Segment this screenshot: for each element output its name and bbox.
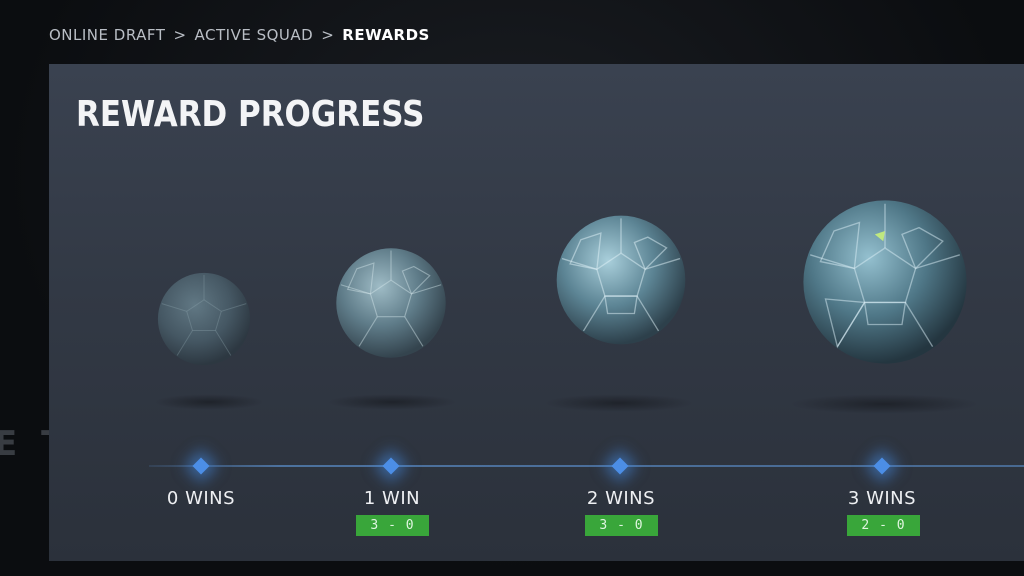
- tier-label-0-wins: 0 WINS: [166, 488, 236, 509]
- record-badge-3-wins: 2 - 0: [847, 515, 920, 536]
- reward-ball-2-wins: [556, 215, 686, 345]
- page-title: REWARD PROGRESS: [76, 94, 425, 135]
- tier-label-3-wins: 3 WINS: [847, 488, 917, 509]
- breadcrumb-online-draft[interactable]: ONLINE DRAFT: [49, 26, 165, 44]
- record-badge-1-win: 3 - 0: [356, 515, 429, 536]
- progress-track: [149, 465, 1024, 467]
- ball-shadow: [789, 394, 979, 414]
- progress-node-0: [192, 457, 210, 475]
- progress-node-1: [382, 457, 400, 475]
- progress-node-2: [611, 457, 629, 475]
- chevron-right-icon: >: [173, 26, 187, 44]
- reward-progress-panel: REWARD PROGRESS 0 WINS 1 WIN 2 WINS 3 WI…: [49, 64, 1024, 561]
- chevron-right-icon: >: [321, 26, 335, 44]
- tier-label-2-wins: 2 WINS: [586, 488, 656, 509]
- reward-ball-1-win: [336, 248, 446, 358]
- reward-ball-0-wins: [157, 272, 251, 366]
- progress-node-3: [873, 457, 891, 475]
- record-badge-2-wins: 3 - 0: [585, 515, 658, 536]
- ball-shadow: [327, 394, 457, 410]
- breadcrumb-rewards: REWARDS: [342, 26, 430, 44]
- breadcrumb: ONLINE DRAFT > ACTIVE SQUAD > REWARDS: [49, 26, 430, 44]
- reward-ball-3-wins: [803, 200, 967, 364]
- tier-label-1-win: 1 WIN: [363, 488, 421, 509]
- ball-shadow: [544, 394, 694, 412]
- breadcrumb-active-squad[interactable]: ACTIVE SQUAD: [195, 26, 314, 44]
- ball-shadow: [154, 394, 264, 410]
